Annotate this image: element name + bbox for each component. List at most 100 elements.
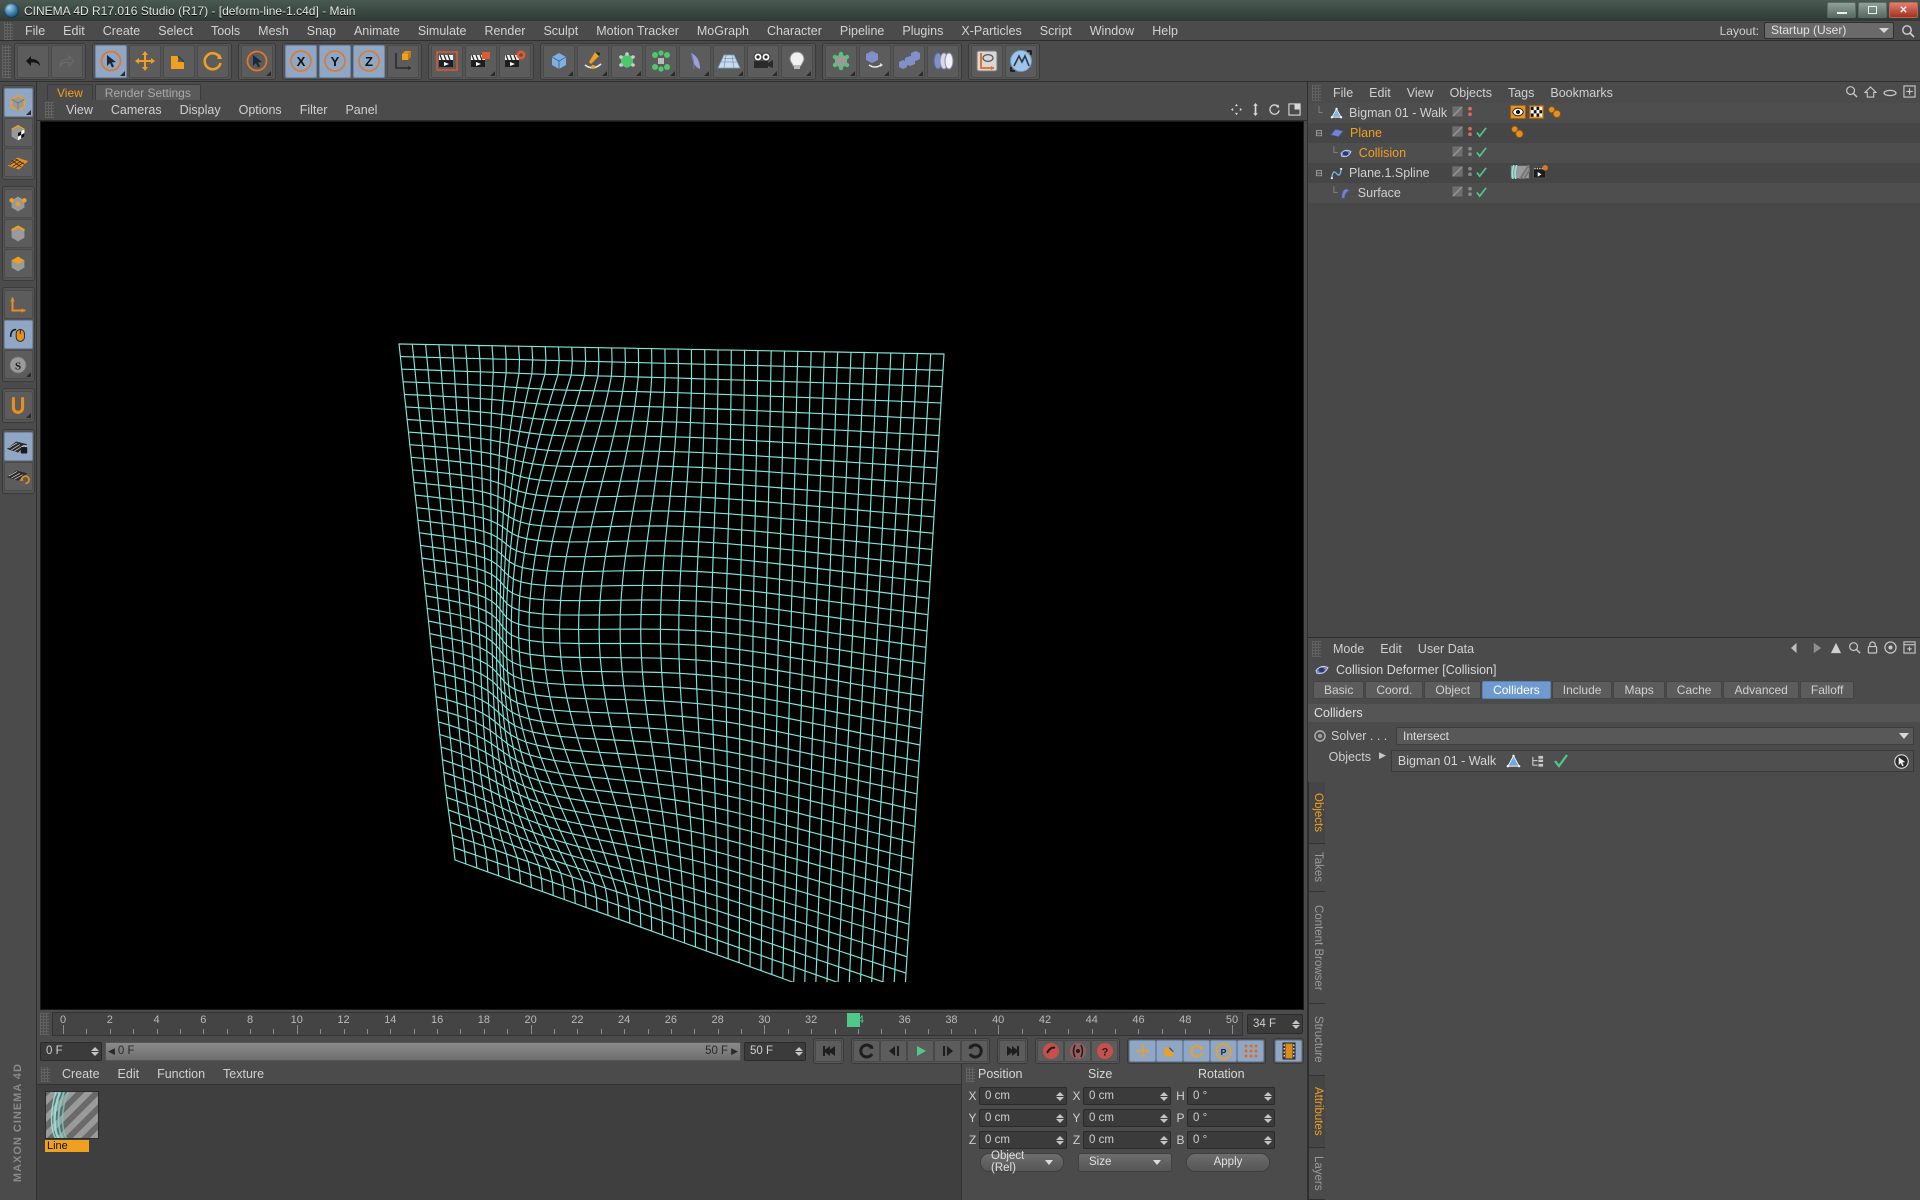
menu-script[interactable]: Script	[1031, 21, 1081, 41]
add-floor-button[interactable]	[713, 44, 745, 78]
viewport-menu-panel[interactable]: Panel	[336, 103, 386, 117]
add-spline-button[interactable]	[577, 44, 609, 78]
parameter-key-button[interactable]: P	[1210, 1040, 1237, 1062]
checker-tag-icon[interactable]	[1529, 104, 1544, 122]
rotate-viewport-icon[interactable]	[1268, 103, 1281, 119]
viewport-menu-options[interactable]: Options	[230, 103, 291, 117]
subdivision-surface-button[interactable]	[825, 44, 857, 78]
coord-rot-p-stepper[interactable]	[1263, 1113, 1272, 1123]
object-visibility-surface[interactable]	[1448, 183, 1506, 203]
visibility-dots-icon[interactable]	[1467, 165, 1473, 181]
go-to-start-button[interactable]	[815, 1040, 842, 1062]
minimize-button[interactable]	[1827, 2, 1856, 18]
lock-icon[interactable]	[1867, 641, 1878, 657]
coord-rot-b-stepper[interactable]	[1263, 1135, 1272, 1145]
object-visibility-plane1spline[interactable]	[1448, 163, 1506, 183]
preview-range-slider[interactable]: ◀ 0 F 50 F ▶	[105, 1041, 741, 1061]
lock-workplane-button[interactable]	[3, 432, 33, 461]
eye-tag-icon[interactable]	[1510, 104, 1526, 122]
start-frame-stepper[interactable]	[90, 1046, 99, 1056]
maximize-viewport-icon[interactable]	[1288, 103, 1301, 119]
vtab-attributes[interactable]: Attributes	[1309, 1076, 1325, 1148]
menu-edit[interactable]: Edit	[54, 21, 94, 41]
menu-sculpt[interactable]: Sculpt	[534, 21, 587, 41]
material-menu-grip[interactable]	[41, 1066, 50, 1082]
menu-plugins[interactable]: Plugins	[893, 21, 952, 41]
back-icon[interactable]	[1790, 642, 1804, 657]
material-menu-texture[interactable]: Texture	[214, 1067, 273, 1081]
check-icon[interactable]	[1476, 166, 1487, 181]
viewport-3d[interactable]	[40, 121, 1304, 1010]
visibility-dots-icon[interactable]	[1467, 125, 1473, 141]
render-settings-button[interactable]	[499, 44, 531, 78]
rotate-tool[interactable]	[197, 44, 229, 78]
ellipse-icon[interactable]	[1883, 86, 1897, 101]
viewport-menu-view[interactable]: View	[57, 103, 102, 117]
coord-rot-h-field[interactable]: 0 °	[1187, 1087, 1275, 1105]
point-level-animation-button[interactable]	[1237, 1040, 1264, 1062]
enable-axis-modification-button[interactable]	[3, 320, 33, 349]
menu-create[interactable]: Create	[94, 21, 150, 41]
tags-row-surface[interactable]	[1506, 183, 1920, 203]
menu-help[interactable]: Help	[1143, 21, 1187, 41]
menu-animate[interactable]: Animate	[345, 21, 409, 41]
pin-icon[interactable]	[1884, 641, 1897, 657]
range-left-arrow-icon[interactable]: ◀	[108, 1046, 115, 1057]
coordinate-grip[interactable]	[966, 1066, 975, 1082]
material-name[interactable]: Line	[45, 1140, 89, 1152]
editor-visibility-icon[interactable]	[1451, 185, 1464, 201]
vtab-content-browser[interactable]: Content Browser	[1309, 892, 1325, 1004]
search-icon[interactable]	[1848, 641, 1861, 657]
menu-snap[interactable]: Snap	[298, 21, 345, 41]
layout-dropdown[interactable]: Startup (User)	[1764, 22, 1894, 39]
tab-include[interactable]: Include	[1551, 681, 1613, 699]
texture-mode-button[interactable]	[3, 118, 33, 147]
expander-icon[interactable]: ⊟	[1308, 128, 1330, 139]
material-thumbnail[interactable]	[45, 1091, 99, 1139]
scale-key-button[interactable]	[1156, 1040, 1183, 1062]
tab-view[interactable]: View	[47, 84, 93, 100]
up-icon[interactable]	[1830, 642, 1842, 657]
check-icon[interactable]	[1554, 754, 1568, 768]
model-mode-button[interactable]	[3, 88, 33, 117]
menu-select[interactable]: Select	[149, 21, 202, 41]
lock-y-axis[interactable]: Y	[319, 44, 351, 78]
workplane-rotate-button[interactable]	[3, 462, 33, 491]
coord-pos-z-stepper[interactable]	[1055, 1135, 1064, 1145]
range-right-arrow-icon[interactable]: ▶	[731, 1046, 738, 1057]
toolbar-grip[interactable]	[2, 44, 11, 78]
use-deformed-object-button[interactable]	[3, 148, 33, 177]
add-generator-button[interactable]	[611, 44, 643, 78]
material-manager-body[interactable]: Line	[37, 1084, 961, 1200]
add-deformer-button[interactable]	[679, 44, 711, 78]
menu-simulate[interactable]: Simulate	[409, 21, 476, 41]
add-camera-button[interactable]	[747, 44, 779, 78]
move-tool[interactable]	[129, 44, 161, 78]
menu-motion-tracker[interactable]: Motion Tracker	[587, 21, 688, 41]
rotation-key-button[interactable]	[1183, 1040, 1210, 1062]
vtab-takes[interactable]: Takes	[1309, 844, 1325, 892]
menu-mesh[interactable]: Mesh	[249, 21, 298, 41]
close-button[interactable]: ✕	[1889, 2, 1918, 18]
expand-icon[interactable]	[1903, 85, 1916, 101]
maximize-button[interactable]	[1858, 2, 1887, 18]
tab-cache[interactable]: Cache	[1665, 681, 1723, 699]
object-row-plane[interactable]: ⊟ Plane	[1308, 123, 1448, 143]
tags-row-plane[interactable]	[1506, 123, 1920, 143]
scale-tool[interactable]	[163, 44, 195, 78]
expand-arrow-icon[interactable]: ▶	[1379, 750, 1386, 761]
hierarchy-icon[interactable]	[1531, 755, 1544, 768]
redo-button[interactable]	[51, 44, 83, 78]
tab-coord[interactable]: Coord.	[1365, 681, 1424, 699]
solver-dropdown[interactable]: Intersect	[1396, 727, 1914, 745]
object-row-bigman[interactable]: └ Bigman 01 - Walk	[1308, 103, 1448, 123]
position-key-button[interactable]	[1129, 1040, 1156, 1062]
coord-pos-y-field[interactable]: 0 cm	[979, 1109, 1067, 1127]
object-visibility-plane[interactable]	[1448, 123, 1506, 143]
cursor-tool[interactable]	[241, 44, 273, 78]
lathe-button[interactable]	[927, 44, 959, 78]
object-menu-view[interactable]: View	[1399, 86, 1442, 100]
add-cube-button[interactable]	[543, 44, 575, 78]
editor-visibility-icon[interactable]	[1451, 165, 1464, 181]
point-cache-tag-icon[interactable]	[1510, 125, 1525, 142]
